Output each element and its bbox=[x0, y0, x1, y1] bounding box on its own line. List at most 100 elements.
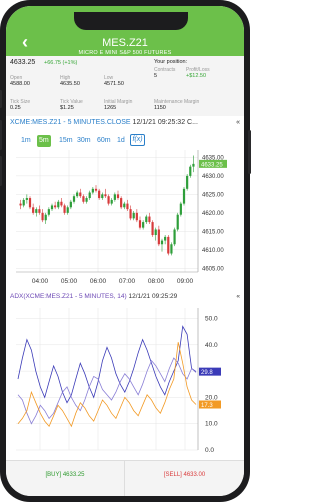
time-axis-label: 05:00 bbox=[61, 278, 78, 285]
open-value: 4588.00 bbox=[10, 81, 30, 87]
adx-chart-title: ADX(XCME:MES.Z21 - 5 MINUTES, 14) bbox=[10, 293, 127, 300]
candle bbox=[85, 198, 88, 202]
candle bbox=[179, 203, 182, 215]
price-chart[interactable]: 4605.00 4610.00 4615.00 4620.00 4625.00 4630.… bbox=[6, 134, 244, 292]
candle bbox=[94, 188, 98, 191]
candle bbox=[173, 229, 176, 245]
app-screen: ‹ MES.Z21 MICRO E MINI S&P 500 FUTURES 4… bbox=[6, 6, 244, 496]
adx-chart-header: ADX(XCME:MES.Z21 - 5 MINUTES, 14) 12/1/2… bbox=[6, 293, 244, 303]
candle bbox=[38, 209, 41, 213]
price-axis-label: 4625.00 bbox=[202, 192, 224, 198]
volume-down-button bbox=[0, 156, 2, 186]
candle bbox=[189, 166, 192, 176]
price-axis-label: 4620.00 bbox=[202, 211, 224, 217]
candle bbox=[76, 192, 79, 197]
candle bbox=[91, 188, 94, 193]
adx-series-line bbox=[17, 325, 197, 404]
time-axis-label: 07:00 bbox=[119, 278, 136, 285]
adx-chart[interactable]: 0.010.020.030.040.050.029.817.3 bbox=[6, 304, 244, 458]
adx-value-label: 17.3 bbox=[201, 403, 213, 409]
adx-axis-label: 50.0 bbox=[205, 316, 218, 323]
candle bbox=[44, 214, 47, 221]
candle bbox=[63, 205, 66, 213]
adx-series-line bbox=[17, 342, 197, 428]
candle bbox=[57, 201, 60, 208]
high-value: 4635.50 bbox=[60, 81, 80, 87]
candle bbox=[113, 194, 116, 200]
candle bbox=[192, 163, 195, 167]
contracts-label: Contracts bbox=[154, 67, 176, 73]
double-chevron-left-icon[interactable]: « bbox=[236, 119, 240, 126]
candle bbox=[160, 240, 164, 245]
candle bbox=[132, 212, 135, 219]
candle bbox=[50, 205, 54, 210]
candle bbox=[145, 216, 148, 223]
time-axis-label: 06:00 bbox=[90, 278, 107, 285]
candle bbox=[60, 201, 63, 206]
buy-button[interactable]: [BUY] 4633.25 bbox=[6, 461, 125, 496]
price-axis-label: 4630.00 bbox=[202, 174, 224, 180]
candle bbox=[164, 236, 167, 241]
adx-value-label: 29.8 bbox=[201, 370, 213, 376]
adx-axis-label: 10.0 bbox=[205, 421, 218, 428]
candle bbox=[148, 216, 151, 223]
position-title: Your position: bbox=[154, 59, 188, 65]
candle bbox=[123, 203, 126, 208]
candle bbox=[41, 212, 44, 221]
candle bbox=[135, 212, 138, 221]
price-chart-header: XCME:MES.Z21 - 5 MINUTES.CLOSE 12/1/21 0… bbox=[6, 119, 244, 131]
candle bbox=[182, 188, 186, 204]
time-axis-label: 09:00 bbox=[177, 278, 194, 285]
candle bbox=[47, 209, 50, 215]
mute-switch bbox=[0, 90, 2, 108]
candle bbox=[22, 199, 25, 206]
candle bbox=[66, 207, 69, 213]
price-change: +66.75 (+1%) bbox=[44, 60, 78, 66]
price-chart-title: XCME:MES.Z21 - 5 MINUTES.CLOSE bbox=[10, 119, 131, 126]
volume-up-button bbox=[0, 120, 2, 150]
candle bbox=[35, 209, 38, 213]
candle bbox=[120, 198, 123, 208]
candle bbox=[82, 196, 85, 202]
price-chart-timestamp: 12/1/21 09:25:32 C... bbox=[132, 119, 198, 126]
candle bbox=[176, 214, 179, 230]
adx-axis-label: 40.0 bbox=[205, 342, 218, 349]
power-button bbox=[248, 130, 251, 174]
candle bbox=[69, 201, 72, 208]
candle bbox=[110, 199, 113, 204]
candle bbox=[79, 192, 82, 197]
candle bbox=[138, 220, 142, 228]
candle bbox=[101, 194, 104, 199]
instrument-symbol: MES.Z21 bbox=[102, 37, 148, 49]
candle bbox=[25, 198, 28, 200]
price-axis-label: 4610.00 bbox=[202, 248, 224, 254]
price-axis-label: 4605.00 bbox=[202, 266, 224, 272]
adx-axis-label: 0.0 bbox=[205, 447, 214, 454]
candle bbox=[129, 209, 132, 219]
double-chevron-left-icon[interactable]: « bbox=[236, 293, 240, 300]
last-price: 4633.25 bbox=[10, 59, 36, 66]
sell-button[interactable]: [SELL] 4633.00 bbox=[125, 461, 244, 496]
current-price-label: 4633.25 bbox=[201, 162, 223, 168]
initial-margin-value: 1265 bbox=[104, 105, 117, 111]
adx-chart-timestamp: 12/1/21 09:25:29 bbox=[128, 293, 178, 300]
candle bbox=[104, 194, 107, 197]
candle bbox=[54, 205, 57, 208]
adx-axis-label: 20.0 bbox=[205, 394, 218, 401]
tick-size-value: 0.25 bbox=[10, 105, 21, 111]
quote-panel: 4633.25 +66.75 (+1%) Open 4588.00 High 4… bbox=[6, 56, 244, 116]
tick-value-value: $1.25 bbox=[60, 105, 74, 111]
time-axis-label: 08:00 bbox=[148, 278, 165, 285]
maintenance-margin-value: 1150 bbox=[154, 105, 166, 111]
candle bbox=[126, 203, 129, 210]
candle bbox=[157, 229, 160, 245]
candle bbox=[107, 196, 110, 204]
time-axis-label: 04:00 bbox=[32, 278, 49, 285]
order-bar: [BUY] 4633.25 [SELL] 4633.00 bbox=[6, 460, 244, 496]
candle bbox=[32, 207, 35, 213]
candle bbox=[167, 236, 170, 254]
phone-notch bbox=[74, 12, 188, 30]
candle bbox=[72, 196, 76, 202]
candle bbox=[28, 198, 32, 208]
pnl-value: +$12.50 bbox=[186, 73, 207, 79]
